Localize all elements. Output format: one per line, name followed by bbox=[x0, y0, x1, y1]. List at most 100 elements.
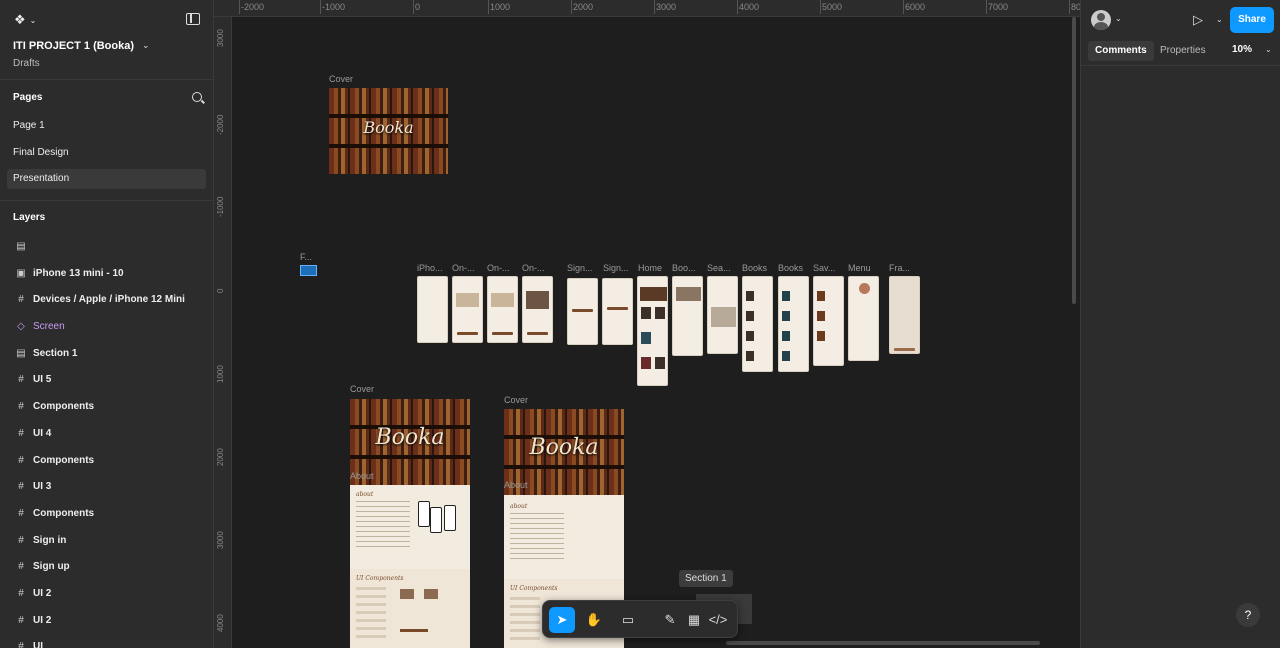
frame-label[interactable]: Home bbox=[638, 263, 662, 273]
screen-frame[interactable] bbox=[889, 276, 920, 354]
book-image bbox=[817, 291, 825, 301]
banner-image bbox=[640, 287, 667, 301]
screen-frame[interactable] bbox=[707, 276, 738, 354]
screen-frame[interactable] bbox=[452, 276, 483, 343]
chevron-down-icon[interactable]: ⌄ bbox=[142, 40, 150, 51]
chevron-down-icon[interactable]: ⌄ bbox=[1265, 45, 1272, 54]
layer-item[interactable]: # Sign in bbox=[0, 528, 214, 555]
frame-label[interactable]: Books bbox=[778, 263, 803, 273]
screen-frame[interactable] bbox=[778, 276, 809, 372]
play-icon[interactable]: ▷ bbox=[1193, 12, 1203, 28]
cover-title: Booka bbox=[375, 425, 445, 450]
share-button[interactable]: Share bbox=[1230, 7, 1274, 33]
layer-item[interactable]: # Components bbox=[0, 448, 214, 475]
frame-label[interactable]: Sign... bbox=[567, 263, 593, 273]
tab-properties[interactable]: Properties bbox=[1153, 41, 1213, 61]
frame-label[interactable]: Sign... bbox=[603, 263, 629, 273]
pen-tool-button[interactable]: ✎ bbox=[657, 607, 683, 633]
book-image bbox=[817, 331, 825, 341]
frame-label[interactable]: F... bbox=[300, 252, 312, 262]
move-tool-button[interactable]: ➤ bbox=[549, 607, 575, 633]
sidebar-toggle-icon[interactable] bbox=[186, 13, 200, 25]
page-item-selected[interactable]: Presentation bbox=[7, 169, 206, 189]
zoom-level[interactable]: 10% bbox=[1232, 44, 1252, 55]
about-frame[interactable]: about UI Components bbox=[350, 485, 470, 648]
button-shape bbox=[527, 332, 548, 335]
screen-frame[interactable] bbox=[522, 276, 553, 343]
layer-item[interactable]: ▣ iPhone 13 mini - 10 bbox=[0, 261, 214, 288]
screen-frame[interactable] bbox=[848, 276, 879, 361]
frame-label[interactable]: Books bbox=[742, 263, 767, 273]
ruler-tick: 80 bbox=[1068, 0, 1080, 14]
layer-item[interactable]: # UI 5 bbox=[0, 367, 214, 394]
frame-label[interactable]: iPho... bbox=[417, 263, 443, 273]
bottom-toolbar: ➤ ✋ ▭ ✎ ▦ </> bbox=[542, 600, 738, 638]
frame-label[interactable]: Cover bbox=[329, 74, 353, 84]
project-title[interactable]: ITI PROJECT 1 (Booka) bbox=[13, 40, 134, 52]
help-button[interactable]: ? bbox=[1236, 603, 1260, 627]
vertical-scrollbar[interactable] bbox=[1072, 17, 1076, 304]
search-icon[interactable] bbox=[192, 92, 202, 102]
cover-frame[interactable]: Booka bbox=[329, 88, 448, 174]
layer-item[interactable]: ◇ Screen bbox=[0, 314, 214, 341]
frame-label[interactable]: On-... bbox=[522, 263, 545, 273]
frame-label[interactable]: About bbox=[504, 480, 528, 490]
layer-item[interactable]: # UI 2 bbox=[0, 608, 214, 635]
small-frame[interactable] bbox=[300, 265, 317, 276]
layer-item[interactable]: # Sign up bbox=[0, 554, 214, 581]
chevron-down-icon[interactable]: ⌄ bbox=[1216, 15, 1223, 24]
frame-label[interactable]: Cover bbox=[504, 395, 528, 405]
right-panel: ⌄ ▷ ⌄ Share Comments Properties 10% ⌄ ? bbox=[1080, 0, 1280, 648]
tab-comments[interactable]: Comments bbox=[1088, 41, 1154, 61]
ruler-tick: 3000 bbox=[653, 0, 677, 14]
frame-label[interactable]: Boo... bbox=[672, 263, 696, 273]
layer-item[interactable]: # Components bbox=[0, 394, 214, 421]
project-location[interactable]: Drafts bbox=[13, 58, 40, 69]
page-item[interactable]: Final Design bbox=[0, 139, 213, 166]
frame-label[interactable]: Cover bbox=[350, 384, 374, 394]
comment-tool-button[interactable]: ▭ bbox=[615, 607, 641, 633]
screen-frame[interactable] bbox=[672, 276, 703, 356]
layer-item[interactable]: # UI 4 bbox=[0, 421, 214, 448]
screen-frame[interactable] bbox=[742, 276, 773, 372]
frame-label[interactable]: Sav... bbox=[813, 263, 835, 273]
pages-header: Pages bbox=[0, 80, 213, 112]
frame-label[interactable]: On-... bbox=[487, 263, 510, 273]
screen-frame[interactable] bbox=[567, 278, 598, 345]
layer-item[interactable]: # UI 2 bbox=[0, 581, 214, 608]
screen-frame[interactable] bbox=[487, 276, 518, 343]
hand-tool-button[interactable]: ✋ bbox=[581, 607, 607, 633]
screen-frame[interactable] bbox=[637, 276, 668, 386]
layer-item[interactable]: # UI 3 bbox=[0, 474, 214, 501]
horizontal-scrollbar[interactable] bbox=[726, 641, 1040, 645]
screen-frame[interactable] bbox=[602, 278, 633, 345]
button-shape bbox=[400, 629, 428, 632]
avatar bbox=[859, 283, 870, 294]
frame-label[interactable]: Fra... bbox=[889, 263, 910, 273]
layer-item[interactable]: # UI bbox=[0, 634, 214, 648]
design-canvas[interactable]: Cover Booka F... iPho... On-... On-... O… bbox=[232, 17, 1080, 648]
main-menu-button[interactable]: ❖ ⌄ bbox=[14, 12, 38, 28]
about-text-block bbox=[510, 513, 564, 559]
layer-item[interactable]: ▤ Section 1 bbox=[0, 341, 214, 368]
section-tool-button[interactable]: ▦ bbox=[681, 607, 707, 633]
section-icon: ▤ bbox=[16, 347, 26, 359]
layer-item[interactable]: # Components bbox=[0, 501, 214, 528]
frame-label[interactable]: About bbox=[350, 471, 374, 481]
layer-item[interactable]: ▤ bbox=[0, 234, 214, 261]
frame-label[interactable]: Sea... bbox=[707, 263, 731, 273]
ruler-left: 3000 -2000 -1000 0 1000 2000 3000 4000 bbox=[214, 17, 232, 648]
frame-label[interactable]: Menu bbox=[848, 263, 871, 273]
chevron-down-icon[interactable]: ⌄ bbox=[1115, 14, 1122, 23]
screen-frame[interactable] bbox=[813, 276, 844, 366]
screen-frame[interactable] bbox=[417, 276, 448, 343]
book-image bbox=[711, 307, 736, 327]
avatar[interactable] bbox=[1091, 10, 1111, 30]
frame-label[interactable]: On-... bbox=[452, 263, 475, 273]
book-image bbox=[782, 311, 790, 321]
dev-mode-button[interactable]: </> bbox=[705, 607, 731, 633]
ruler-tick: 5000 bbox=[819, 0, 843, 14]
ruler-tick: 6000 bbox=[902, 0, 926, 14]
layer-item[interactable]: # Devices / Apple / iPhone 12 Mini bbox=[0, 287, 214, 314]
page-item[interactable]: Page 1 bbox=[0, 112, 213, 139]
